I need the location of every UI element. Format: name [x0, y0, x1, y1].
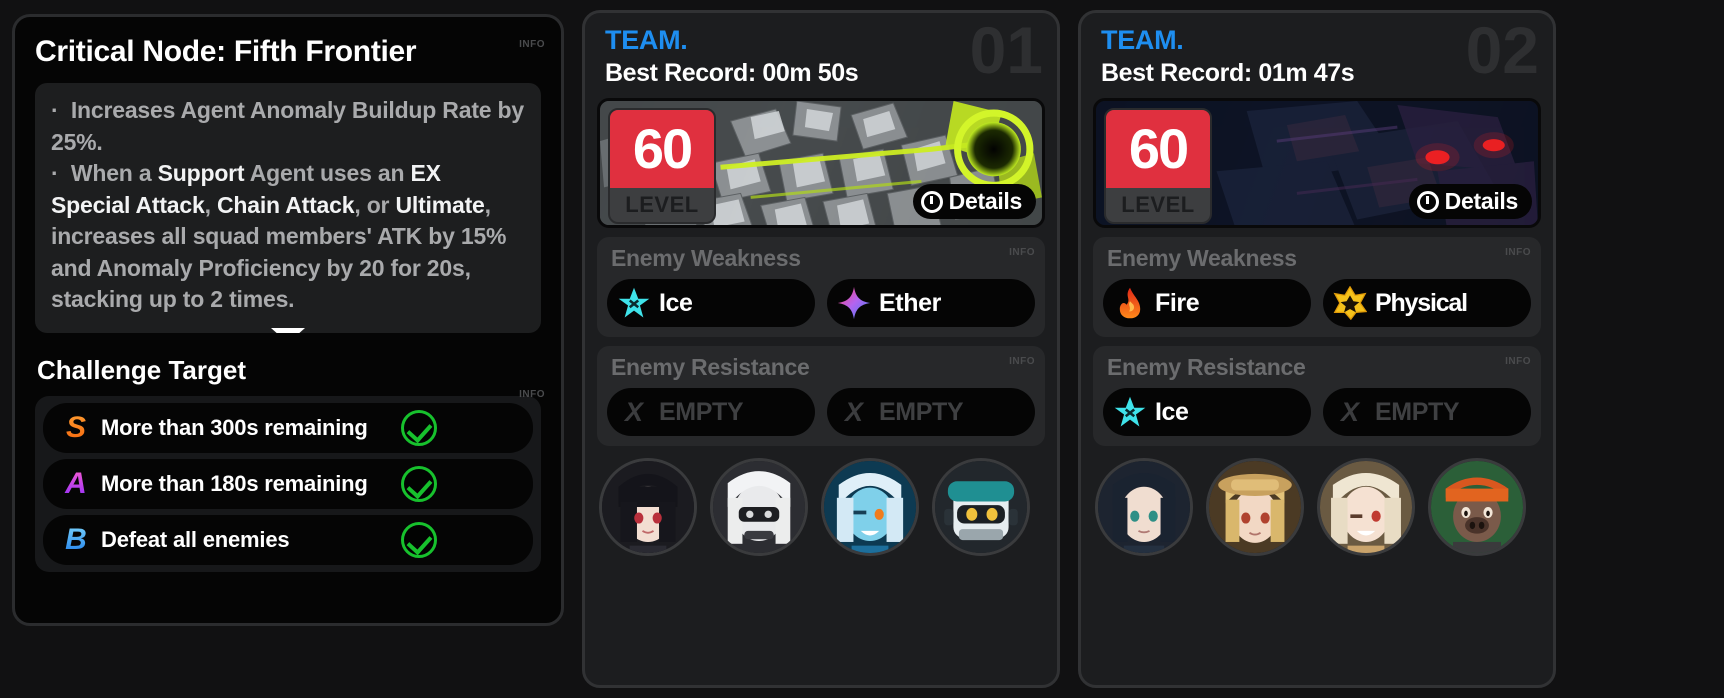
- check-icon: [401, 466, 437, 502]
- details-label: Details: [948, 188, 1023, 214]
- clock-icon: [1416, 190, 1439, 213]
- avatar[interactable]: [821, 458, 919, 556]
- ice-icon: [1114, 396, 1146, 427]
- stage-banner[interactable]: 60 LEVEL Details: [1093, 98, 1541, 228]
- clock-icon: [920, 190, 943, 213]
- resistance-info-badge[interactable]: INFO: [1505, 356, 1531, 367]
- weakness-pill[interactable]: Fire: [1103, 279, 1311, 327]
- rank-badge: B: [51, 523, 101, 557]
- weakness-label: Physical: [1375, 288, 1468, 317]
- x-icon: X: [1340, 396, 1359, 427]
- level-caption: LEVEL: [625, 192, 699, 217]
- weakness-pill[interactable]: Ice: [607, 279, 815, 327]
- avatar[interactable]: [1095, 458, 1193, 556]
- x-icon: X: [844, 396, 863, 427]
- table-row: A More than 180s remaining: [43, 459, 533, 509]
- node-description-text: · Increases Agent Anomaly Buildup Rate b…: [51, 97, 524, 312]
- enemy-resistance-block: Enemy Resistance INFO Ice X EMPTY: [1093, 346, 1541, 446]
- node-description: · Increases Agent Anomaly Buildup Rate b…: [35, 83, 541, 333]
- weakness-info-badge[interactable]: INFO: [1505, 247, 1531, 258]
- level-badge: 60 LEVEL: [1104, 108, 1212, 224]
- avatar[interactable]: [599, 458, 697, 556]
- agent-portrait: [713, 461, 805, 553]
- level-caption: LEVEL: [1121, 192, 1195, 217]
- enemy-weakness-title: Enemy Weakness: [611, 245, 801, 271]
- target-description: More than 180s remaining: [101, 470, 368, 496]
- resistance-label: EMPTY: [879, 397, 964, 426]
- weakness-label: Fire: [1155, 288, 1200, 317]
- agent-portrait: [824, 461, 916, 553]
- enemy-weakness-title: Enemy Weakness: [1107, 245, 1297, 271]
- agent-portrait: [1098, 461, 1190, 553]
- team-number: 01: [969, 13, 1043, 87]
- weakness-info-badge[interactable]: INFO: [1009, 247, 1035, 258]
- team-number: 02: [1465, 13, 1539, 87]
- resistance-pill[interactable]: Ice: [1103, 388, 1311, 436]
- table-row: S More than 300s remaining: [43, 403, 533, 453]
- enemy-resistance-title: Enemy Resistance: [611, 354, 810, 380]
- physical-icon: [1333, 286, 1367, 320]
- resistance-label: EMPTY: [1375, 397, 1460, 426]
- weakness-label: Ice: [659, 288, 693, 317]
- team-panel-1: TEAM. Best Record: 00m 50s 01 60 LEVEL D…: [582, 10, 1060, 688]
- challenge-screen: Critical Node: Fifth Frontier INFO · Inc…: [0, 0, 1724, 698]
- weakness-pill[interactable]: Ether: [827, 279, 1035, 327]
- challenge-info-badge[interactable]: INFO: [519, 389, 545, 400]
- team-header: TEAM. Best Record: 01m 47s 02: [1093, 17, 1541, 94]
- fire-icon: [1119, 287, 1141, 319]
- enemy-resistance-title: Enemy Resistance: [1107, 354, 1306, 380]
- agent-portrait: [935, 461, 1027, 553]
- resistance-label: Ice: [1155, 397, 1189, 426]
- team-header: TEAM. Best Record: 00m 50s 01: [597, 17, 1045, 94]
- weakness-label: Ether: [879, 288, 941, 317]
- node-info-badge[interactable]: INFO: [519, 39, 545, 50]
- agent-portrait: [1320, 461, 1412, 553]
- x-icon: X: [624, 396, 643, 427]
- enemy-resistance-block: Enemy Resistance INFO X EMPTY X EMPTY: [597, 346, 1045, 446]
- team-panel-2: TEAM. Best Record: 01m 47s 02 60 LEVEL D…: [1078, 10, 1556, 688]
- weakness-pill[interactable]: Physical: [1323, 279, 1531, 327]
- agent-portrait: [602, 461, 694, 553]
- chevron-down-icon[interactable]: [271, 328, 305, 333]
- enemy-weakness-block: Enemy Weakness INFO Ice Ether: [597, 237, 1045, 337]
- avatar[interactable]: [1317, 458, 1415, 556]
- details-button[interactable]: Details: [912, 184, 1036, 219]
- target-description: More than 300s remaining: [101, 414, 368, 440]
- avatar[interactable]: [932, 458, 1030, 556]
- ice-icon: [618, 287, 650, 318]
- target-description: Defeat all enemies: [101, 526, 290, 552]
- page-title: Critical Node: Fifth Frontier: [35, 35, 417, 68]
- level-badge: 60 LEVEL: [608, 108, 716, 224]
- resistance-label: EMPTY: [659, 397, 744, 426]
- rank-badge: S: [51, 411, 101, 445]
- check-icon: [401, 410, 437, 446]
- rank-badge: A: [51, 467, 101, 501]
- agent-portrait: [1431, 461, 1523, 553]
- resistance-pill[interactable]: X EMPTY: [1323, 388, 1531, 436]
- resistance-pill[interactable]: X EMPTY: [607, 388, 815, 436]
- avatar[interactable]: [1428, 458, 1526, 556]
- table-row: B Defeat all enemies: [43, 515, 533, 565]
- enemy-weakness-block: Enemy Weakness INFO Fire Physical: [1093, 237, 1541, 337]
- resistance-pill[interactable]: X EMPTY: [827, 388, 1035, 436]
- avatar[interactable]: [1206, 458, 1304, 556]
- level-value: 60: [610, 110, 714, 188]
- level-value: 60: [1106, 110, 1210, 188]
- ether-icon: [837, 286, 871, 320]
- check-icon: [401, 522, 437, 558]
- details-label: Details: [1444, 188, 1519, 214]
- challenge-target-heading: Challenge Target: [37, 355, 247, 385]
- team-roster: [597, 458, 1045, 556]
- details-button[interactable]: Details: [1408, 184, 1532, 219]
- challenge-target-list: S More than 300s remaining A More than 1…: [35, 396, 541, 572]
- team-roster: [1093, 458, 1541, 556]
- critical-node-panel: Critical Node: Fifth Frontier INFO · Inc…: [12, 14, 564, 626]
- agent-portrait: [1209, 461, 1301, 553]
- resistance-info-badge[interactable]: INFO: [1009, 356, 1035, 367]
- stage-banner[interactable]: 60 LEVEL Details: [597, 98, 1045, 228]
- avatar[interactable]: [710, 458, 808, 556]
